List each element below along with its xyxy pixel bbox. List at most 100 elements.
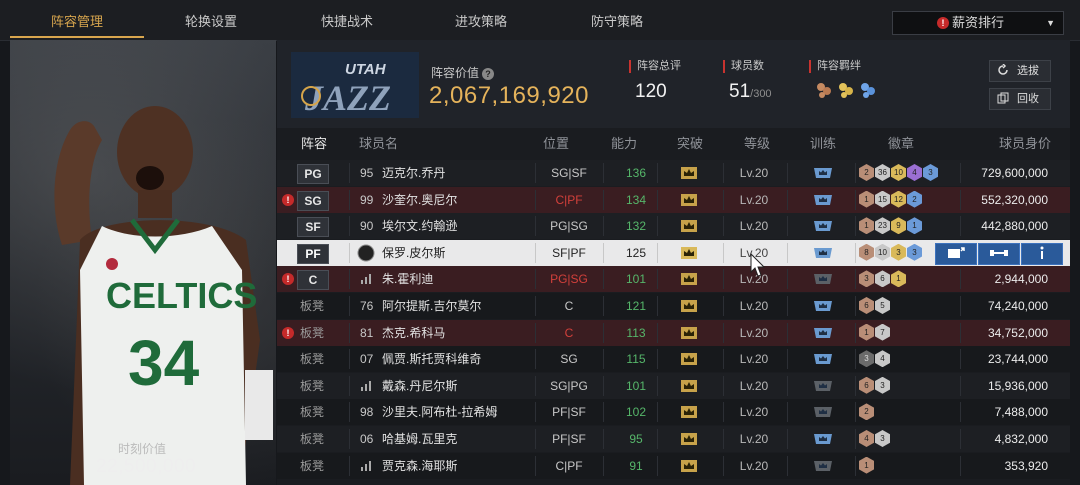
breakthrough-crown-icon[interactable] — [681, 193, 697, 206]
col-player-value[interactable]: 球员身价 — [999, 128, 1051, 160]
col-breakthrough[interactable]: 突破 — [677, 128, 703, 160]
col-lineup[interactable]: 阵容 — [301, 128, 327, 160]
lineup-slot[interactable]: SG — [297, 190, 329, 211]
breakthrough-crown-icon[interactable] — [681, 326, 697, 339]
breakthrough-crown-icon[interactable] — [681, 300, 697, 312]
table-row[interactable]: 板凳 98 沙里夫.阿布杜-拉希姆 PF|SF 102 Lv.20 2 7,488,000 — [277, 399, 1070, 426]
info-button[interactable] — [1021, 242, 1063, 265]
breakthrough-crown-icon[interactable] — [681, 459, 697, 472]
training-crown-icon[interactable] — [813, 218, 833, 234]
lineup-slot[interactable]: PG — [297, 164, 329, 184]
help-icon[interactable]: ? — [482, 68, 495, 80]
badge-list[interactable]: 8 10 3 3 — [859, 243, 922, 261]
breakthrough-crown-icon[interactable] — [681, 353, 697, 366]
team-summary-panel: UTAH JAZZ 阵容价值? 2,067,169,920 阵容总评 120 球… — [277, 40, 1070, 128]
breakthrough-crown-icon[interactable] — [681, 433, 697, 445]
training-crown-icon[interactable] — [813, 431, 833, 447]
table-row[interactable]: ! C 朱.霍利迪 PG|SG 101 Lv.20 3 6 1 2,944,000 — [277, 266, 1070, 293]
badge-list[interactable]: 2 36 10 4 3 — [859, 164, 938, 181]
lineup-slot[interactable]: 板凳 — [297, 377, 327, 395]
badge-icon: 3 — [907, 243, 922, 261]
lineup-bond[interactable]: 阵容羁绊 — [809, 60, 877, 99]
col-position[interactable]: 位置 — [543, 128, 569, 160]
tab-defense-strategy[interactable]: 防守策略 — [550, 0, 684, 40]
upgrade-card-button[interactable] — [935, 242, 977, 265]
badge-icon: 15 — [875, 190, 890, 208]
breakthrough-crown-icon[interactable] — [681, 246, 697, 259]
table-row[interactable]: 板凳 戴森.丹尼尔斯 SG|PG 101 Lv.20 6 3 15,936,000 — [277, 372, 1070, 399]
lineup-slot[interactable]: SF — [297, 217, 329, 238]
player-value: 7,488,000 — [994, 405, 1048, 420]
player-ability: 125 — [625, 245, 647, 260]
table-row[interactable]: 板凳 07 佩贾.斯托贾科维奇 SG 115 Lv.20 3 4 23,744,000 — [277, 346, 1070, 373]
breakthrough-crown-icon[interactable] — [681, 379, 697, 392]
badge-list[interactable]: 1 23 9 1 — [859, 217, 922, 235]
jersey-number: 95 — [360, 166, 374, 180]
tab-quick-tactics[interactable]: 快捷战术 — [280, 0, 414, 40]
col-ability[interactable]: 能力 — [611, 128, 637, 160]
lineup-slot[interactable]: 板凳 — [297, 403, 327, 421]
lineup-slot[interactable]: 板凳 — [297, 324, 327, 342]
jersey-number: 76 — [360, 299, 374, 313]
mouse-cursor-icon — [750, 252, 766, 277]
training-button[interactable] — [978, 242, 1020, 265]
badge-list[interactable]: 2 — [859, 403, 874, 421]
signal-icon — [361, 380, 371, 391]
table-row[interactable]: PF00保罗.皮尔斯SF|PF125Lv.2081033 — [277, 239, 1070, 266]
badge-list[interactable]: 43 — [859, 430, 890, 447]
col-player-name[interactable]: 球员名 — [359, 128, 398, 160]
training-crown-icon[interactable] — [813, 458, 833, 474]
table-row[interactable]: PG 95 迈克尔.乔丹 SG|SF 136 Lv.20 2 36 10 4 3 729,600,00… — [277, 160, 1070, 186]
training-crown-icon[interactable] — [813, 245, 833, 261]
badge-icon: 8 — [859, 243, 874, 261]
chevron-down-icon: ▼ — [1046, 18, 1055, 28]
col-badges[interactable]: 徽章 — [888, 128, 914, 160]
training-crown-icon[interactable] — [813, 271, 833, 287]
jersey-number: 07 — [360, 352, 374, 367]
badge-list[interactable]: 17 — [859, 323, 890, 341]
player-name: 沙里夫.阿布杜-拉希姆 — [382, 405, 498, 420]
breakthrough-crown-icon[interactable] — [681, 220, 697, 233]
moment-value-label: 时刻价值 — [118, 442, 167, 456]
badge-list[interactable]: 1 — [859, 456, 874, 474]
table-row[interactable]: 板凳 76 阿尔提斯.吉尔莫尔 C 121 Lv.20 6 5 74,240,000 — [277, 293, 1070, 319]
breakthrough-crown-icon[interactable] — [681, 167, 697, 179]
training-crown-icon[interactable] — [813, 165, 833, 181]
tab-offense-strategy[interactable]: 进攻策略 — [414, 0, 548, 40]
player-name: 贾克森.海耶斯 — [382, 458, 458, 473]
table-row[interactable]: 板凳 贾克森.海耶斯 C|PF 91 Lv.20 1 353,920 — [277, 452, 1070, 479]
col-training[interactable]: 训练 — [810, 128, 836, 160]
lineup-slot[interactable]: 板凳 — [297, 297, 327, 315]
select-button[interactable]: 选拔 — [989, 60, 1051, 82]
lineup-slot[interactable]: 板凳 — [297, 457, 327, 475]
training-crown-icon[interactable] — [813, 378, 833, 394]
training-crown-icon[interactable] — [813, 351, 833, 367]
table-row[interactable]: SF 90 埃尔文.约翰逊 PG|SG 132 Lv.20 1 23 9 1 442,880,000 — [277, 213, 1070, 240]
lineup-slot[interactable]: 板凳 — [297, 350, 327, 368]
breakthrough-crown-icon[interactable] — [681, 406, 697, 419]
lineup-slot[interactable]: 板凳 — [297, 430, 327, 448]
lineup-slot[interactable]: PF — [297, 243, 329, 264]
tab-lineup-management[interactable]: 阵容管理 — [10, 0, 144, 40]
player-count: 球员数 51/300 — [723, 60, 772, 103]
salary-rank-dropdown[interactable]: ! 薪资排行 ▼ — [892, 11, 1064, 35]
training-crown-icon[interactable] — [813, 404, 833, 420]
table-row[interactable]: 板凳 06 哈基姆.瓦里克 PF|SF 95 Lv.20 4 3 4,832,000 — [277, 426, 1070, 452]
training-crown-icon[interactable] — [813, 325, 833, 341]
badge-list[interactable]: 361 — [859, 270, 906, 288]
training-crown-icon[interactable] — [813, 298, 833, 314]
badge-list[interactable]: 1 15 12 2 — [859, 190, 922, 208]
recycle-button[interactable]: 回收 — [989, 88, 1051, 110]
breakthrough-crown-icon[interactable] — [681, 273, 697, 286]
badge-list[interactable]: 63 — [859, 376, 890, 394]
player-name: 朱.霍利迪 — [382, 272, 434, 287]
badge-list[interactable]: 34 — [859, 350, 890, 368]
player-ability: 115 — [626, 352, 646, 367]
table-row[interactable]: ! SG 99 沙奎尔.奥尼尔 C|PF 134 Lv.20 1 15 12 2 552,320,00… — [277, 186, 1070, 213]
badge-list[interactable]: 65 — [859, 297, 890, 314]
training-crown-icon[interactable] — [813, 192, 833, 208]
tab-rotation-settings[interactable]: 轮换设置 — [144, 0, 278, 40]
lineup-slot[interactable]: C — [297, 270, 329, 291]
table-row[interactable]: ! 板凳 81 杰克.希科马 C 113 Lv.20 1 7 34,752,000 — [277, 319, 1070, 346]
col-level[interactable]: 等级 — [744, 128, 770, 160]
